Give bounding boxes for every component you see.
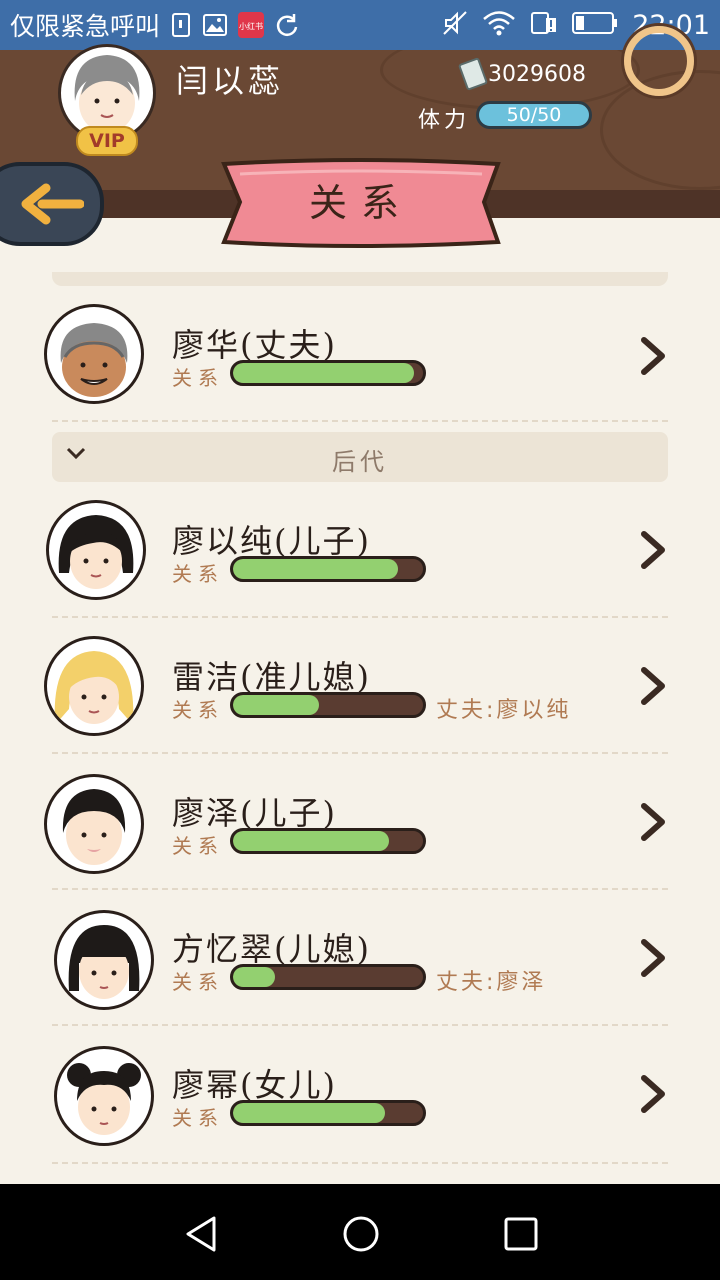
row-divider [52,616,668,618]
relation-label: 关系 [172,1106,224,1130]
row-divider [52,1024,668,1026]
row-divider [52,1162,668,1164]
relation-row[interactable]: 廖华(丈夫) 关系 [0,290,720,426]
money-amount: 3029608 [488,61,586,87]
relation-bar-fill [233,559,399,579]
avatar [46,500,146,600]
page-title: 关系 [308,181,413,225]
battery-icon [572,11,618,39]
chevron-right-icon[interactable] [638,336,668,376]
relation-label: 关系 [172,366,224,390]
spouse-info: 丈夫:廖泽 [436,970,547,995]
stamina-bar: 50/50 [476,101,592,129]
emergency-call-notice: 仅限紧急呼叫 [10,12,161,41]
relation-bar [230,556,426,582]
avatar [44,636,144,736]
relation-bar [230,692,426,718]
relation-bar-fill [233,363,414,383]
svg-text:小红书: 小红书 [239,21,263,31]
wifi-icon [482,10,516,40]
triangle-back-icon [186,1216,216,1252]
avatar [44,304,144,404]
relation-row[interactable]: 廖泽(儿子) 关系 [0,758,720,894]
relation-bar [230,360,426,386]
spouse-info: 丈夫:廖以纯 [436,698,572,723]
chevron-right-icon[interactable] [638,938,668,978]
relation-bar-fill [233,967,275,987]
square-recents-icon [504,1217,538,1251]
chevron-right-icon[interactable] [638,1074,668,1114]
relation-label: 关系 [172,562,224,586]
row-divider [52,888,668,890]
gallery-icon [202,13,228,37]
sim-icon [170,12,192,38]
player-name: 闫以蕊 [176,62,285,100]
sync-icon [274,12,300,38]
money-display: 3029608 [457,57,586,91]
sim-alert-icon [530,10,558,40]
xiaohongshu-icon: 小红书 [238,12,265,38]
chevron-right-icon[interactable] [638,802,668,842]
relation-row[interactable]: 廖幂(女儿) 关系 [0,1030,720,1166]
stamina-label: 体力 [418,108,471,133]
row-divider [52,420,668,422]
settings-ring-button[interactable] [624,26,694,96]
list-top-edge [52,272,668,286]
relation-bar-fill [233,695,319,715]
status-bar: 仅限紧急呼叫 小红书 22:01 [0,0,720,50]
relation-bar [230,828,426,854]
relation-label: 关系 [172,834,224,858]
chevron-right-icon[interactable] [638,666,668,706]
relation-row[interactable]: 雷洁(准儿媳) 关系 丈夫:廖以纯 [0,622,720,758]
relation-row[interactable]: 廖以纯(儿子) 关系 [0,486,720,622]
section-label: 后代 [332,448,388,476]
system-nav-bar [0,1184,720,1280]
nav-recents-button[interactable] [499,1212,543,1256]
relation-label: 关系 [172,970,224,994]
avatar [54,910,154,1010]
chevron-right-icon[interactable] [638,530,668,570]
relation-label: 关系 [172,698,224,722]
avatar [54,1046,154,1146]
avatar [44,774,144,874]
relation-bar-fill [233,1103,385,1123]
mute-icon [442,10,468,40]
back-button[interactable] [0,162,104,246]
section-header-descendants[interactable]: 后代 [52,432,668,482]
nav-home-button[interactable] [339,1212,383,1256]
back-arrow-icon [21,183,84,225]
relation-row[interactable]: 方忆翠(儿媳) 关系 丈夫:廖泽 [0,894,720,1030]
vip-badge: VIP [76,126,138,156]
banknote-icon [457,57,489,91]
row-divider [52,752,668,754]
relation-bar [230,1100,426,1126]
nav-back-button[interactable] [180,1212,224,1256]
relation-bar-fill [233,831,389,851]
circle-home-icon [343,1216,379,1252]
relation-bar [230,964,426,990]
